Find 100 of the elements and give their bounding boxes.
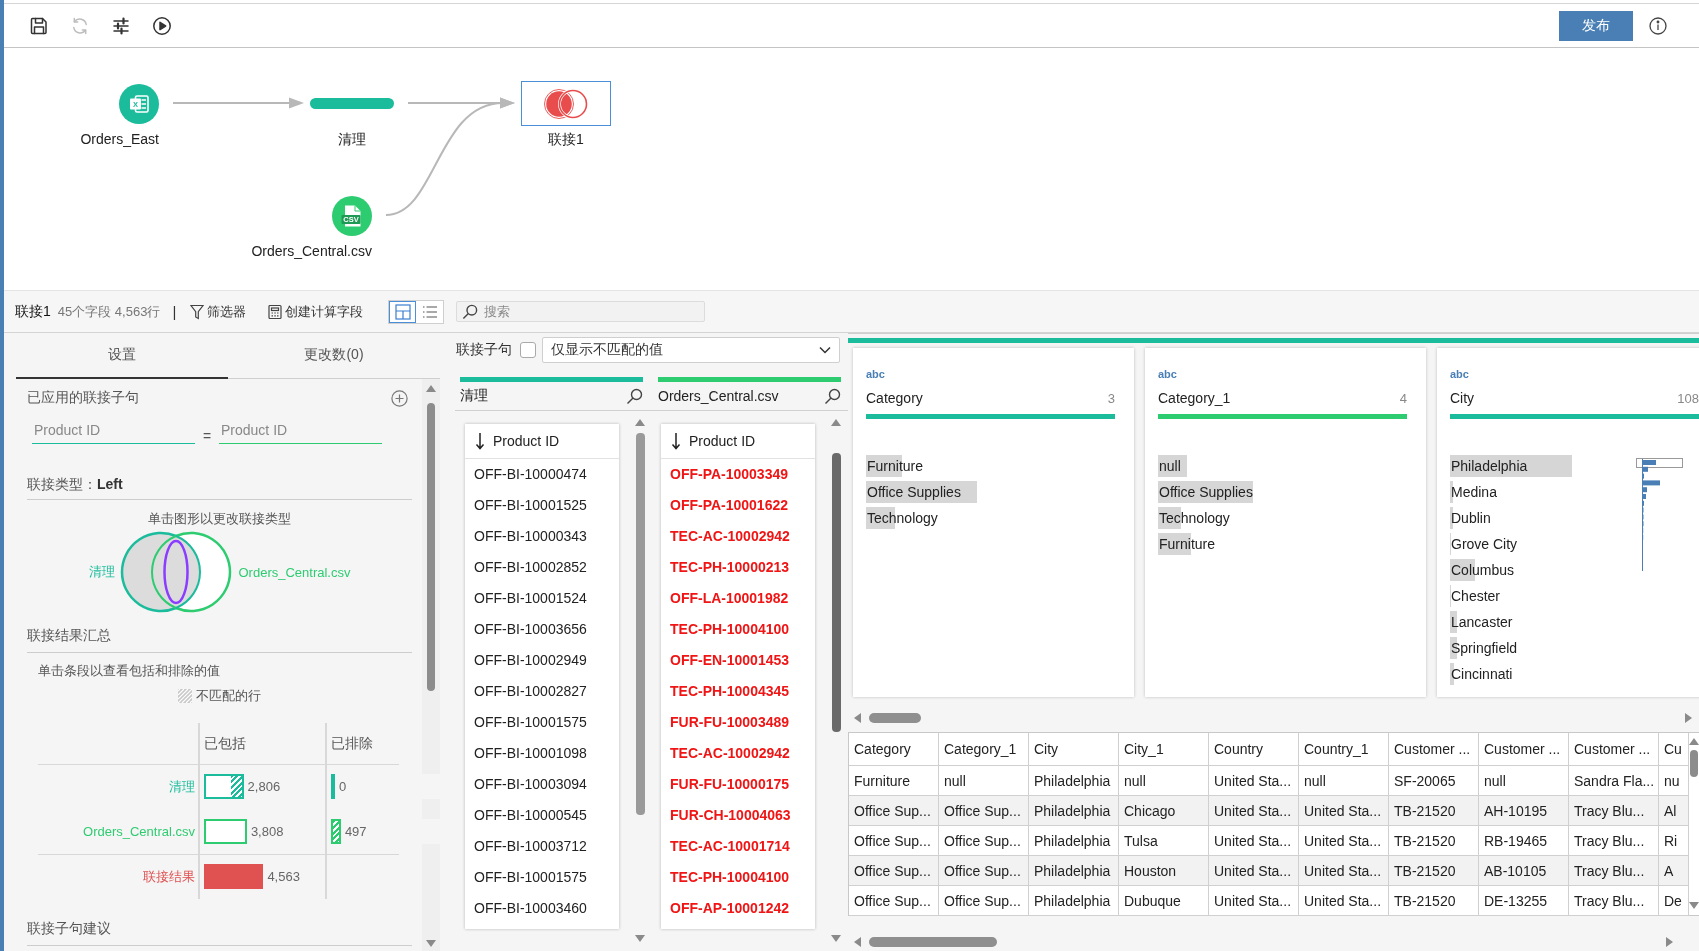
list-item[interactable]: OFF-BI-10000545 xyxy=(465,800,619,831)
list-item[interactable]: FUR-FU-10000175 xyxy=(661,769,815,800)
scrollbar-thumb[interactable] xyxy=(635,433,645,815)
field-value[interactable]: Medina xyxy=(1450,484,1497,500)
field-value[interactable]: Technology xyxy=(866,510,938,526)
add-icon[interactable] xyxy=(391,389,408,407)
step-bar-node[interactable] xyxy=(310,98,394,109)
list-item[interactable]: TEC-AC-10002942 xyxy=(661,521,815,552)
field-value[interactable]: Lancaster xyxy=(1450,614,1513,630)
list-item[interactable]: OFF-BI-10001575 xyxy=(465,707,619,738)
list-item[interactable]: OFF-BI-10000474 xyxy=(465,459,619,490)
down-arrow-icon[interactable] xyxy=(475,432,485,450)
list-item[interactable]: OFF-BI-10001098 xyxy=(465,738,619,769)
field-value[interactable]: Springfield xyxy=(1450,640,1518,656)
scroll-down-button[interactable] xyxy=(426,940,436,947)
list-item[interactable]: OFF-BI-10003656 xyxy=(465,614,619,645)
info-icon[interactable] xyxy=(1649,16,1667,35)
play-icon[interactable] xyxy=(152,15,172,36)
field-value[interactable]: Grove City xyxy=(1450,536,1518,552)
list-item[interactable]: OFF-BI-10001575 xyxy=(465,862,619,893)
list-item[interactable]: TEC-PH-10004100 xyxy=(661,614,815,645)
filter-dropdown[interactable]: 仅显示不匹配的值 xyxy=(542,337,840,363)
field-value[interactable]: Columbus xyxy=(1450,562,1515,578)
scrollbar-thumb[interactable] xyxy=(1690,750,1698,777)
scrollbar-thumb[interactable] xyxy=(831,453,841,732)
list-item[interactable]: OFF-PA-10003349 xyxy=(661,459,815,490)
field-value[interactable]: null xyxy=(1158,458,1181,474)
list-item[interactable]: TEC-PH-10004345 xyxy=(661,676,815,707)
field-value[interactable]: Dublin xyxy=(1450,510,1491,526)
list-item[interactable]: OFF-BI-10002827 xyxy=(465,676,619,707)
table-cell: United Sta... xyxy=(1209,886,1299,916)
list-item[interactable]: OFF-LA-10001982 xyxy=(661,583,815,614)
tab[interactable]: 设置 xyxy=(16,333,228,379)
list-item[interactable]: OFF-BI-10003460 xyxy=(465,893,619,924)
list-item[interactable]: OFF-BI-10002852 xyxy=(465,552,619,583)
table-header-cell[interactable]: City xyxy=(1029,733,1119,766)
field-value[interactable]: Cincinnati xyxy=(1450,666,1513,682)
scroll-up-button[interactable] xyxy=(831,419,841,426)
checkbox[interactable] xyxy=(520,342,536,358)
scroll-left-button[interactable] xyxy=(854,937,861,947)
list-item[interactable]: OFF-PA-10001622 xyxy=(661,490,815,521)
list-item[interactable]: OFF-EN-10001453 xyxy=(661,645,815,676)
list-item[interactable]: OFF-BI-10003094 xyxy=(465,769,619,800)
scrollbar-thumb[interactable] xyxy=(427,403,435,691)
scroll-up-button[interactable] xyxy=(1689,738,1699,745)
count-bar[interactable] xyxy=(204,819,247,844)
grid-view-button[interactable] xyxy=(389,300,417,323)
table-header-cell[interactable]: Customer ... xyxy=(1389,733,1479,766)
clause-label: 联接子句 xyxy=(456,341,512,359)
list-item[interactable]: OFF-BI-10000343 xyxy=(465,521,619,552)
create-calculated-field-button[interactable]: 创建计算字段 xyxy=(268,302,364,321)
scroll-left-button[interactable] xyxy=(854,713,861,723)
sliders-icon[interactable] xyxy=(111,15,131,36)
join-node[interactable] xyxy=(521,81,611,126)
field-value[interactable]: Technology xyxy=(1158,510,1230,526)
list-item[interactable]: FUR-CH-10004063 xyxy=(661,800,815,831)
table-header-cell[interactable]: Customer ... xyxy=(1479,733,1569,766)
scroll-down-button[interactable] xyxy=(831,935,841,942)
field-value[interactable]: Furniture xyxy=(1158,536,1216,552)
venn-overlap[interactable] xyxy=(150,535,201,609)
node-label: 联接1 xyxy=(548,130,584,148)
table-header-cell[interactable]: Cu xyxy=(1659,733,1689,766)
scrollbar-thumb[interactable] xyxy=(869,713,921,723)
list-item[interactable]: OFF-BI-10001525 xyxy=(465,490,619,521)
count-bar[interactable] xyxy=(204,774,244,799)
table-header-cell[interactable]: City_1 xyxy=(1119,733,1209,766)
list-item[interactable]: TEC-PH-10000213 xyxy=(661,552,815,583)
scroll-down-button[interactable] xyxy=(635,935,645,942)
table-header-cell[interactable]: Country_1 xyxy=(1299,733,1389,766)
list-item[interactable]: TEC-AC-10002942 xyxy=(661,738,815,769)
field-value[interactable]: Furniture xyxy=(866,458,924,474)
scroll-up-button[interactable] xyxy=(635,419,645,426)
publish-button[interactable]: 发布 xyxy=(1559,10,1633,41)
search-icon[interactable] xyxy=(626,387,643,405)
search-icon[interactable] xyxy=(824,387,841,405)
tab[interactable]: 更改数(0) xyxy=(228,333,440,379)
scrollbar-thumb[interactable] xyxy=(869,937,997,947)
list-item[interactable]: OFF-AP-10001242 xyxy=(661,893,815,924)
count-bar[interactable] xyxy=(331,819,341,844)
down-arrow-icon[interactable] xyxy=(671,432,681,450)
table-header-cell[interactable]: Category xyxy=(849,733,939,766)
scroll-right-button[interactable] xyxy=(1685,713,1692,723)
list-item[interactable]: TEC-PH-10004100 xyxy=(661,862,815,893)
list-item[interactable]: FUR-FU-10003489 xyxy=(661,707,815,738)
venn-left-part[interactable] xyxy=(120,531,176,613)
table-header-cell[interactable]: Country xyxy=(1209,733,1299,766)
field-value[interactable]: Chester xyxy=(1450,588,1501,604)
scroll-right-button[interactable] xyxy=(1666,937,1673,947)
type-label: abc xyxy=(1450,367,1470,382)
table-header-cell[interactable]: Category_1 xyxy=(939,733,1029,766)
scroll-down-button[interactable] xyxy=(1689,902,1699,909)
list-item[interactable]: OFF-BI-10002949 xyxy=(465,645,619,676)
table-header-cell[interactable]: Customer ... xyxy=(1569,733,1659,766)
list-item[interactable]: TEC-AC-10001714 xyxy=(661,831,815,862)
scroll-up-button[interactable] xyxy=(426,385,436,392)
list-item[interactable]: OFF-BI-10003712 xyxy=(465,831,619,862)
save-icon[interactable] xyxy=(29,15,49,36)
filter-button[interactable]: 筛选器 xyxy=(190,302,247,321)
venn-right-part[interactable] xyxy=(175,531,231,613)
list-item[interactable]: OFF-BI-10001524 xyxy=(465,583,619,614)
